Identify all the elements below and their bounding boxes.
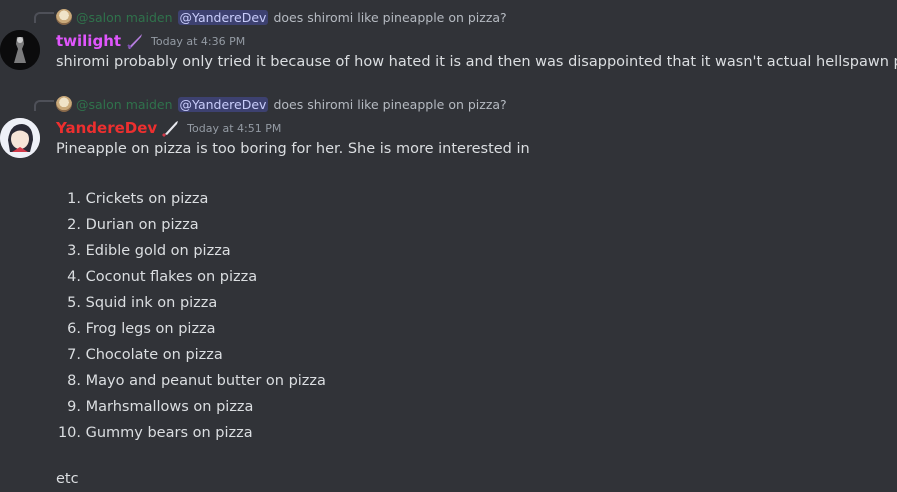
reply-text[interactable]: does shiromi like pineapple on pizza? <box>273 97 506 112</box>
message-header: twilight Today at 4:36 PM <box>56 31 245 51</box>
reply-author[interactable]: @salon maiden <box>76 97 173 112</box>
list-item: 2. Durian on pizza <box>67 217 199 233</box>
message-text: shiromi probably only tried it because o… <box>56 54 897 70</box>
reply-author[interactable]: @salon maiden <box>76 10 173 25</box>
reply-avatar[interactable] <box>56 96 72 112</box>
list-item: 8. Mayo and peanut butter on pizza <box>67 373 326 389</box>
message-text: Pineapple on pizza is too boring for her… <box>56 141 530 157</box>
avatar[interactable] <box>0 30 40 70</box>
message-header: YandereDev Today at 4:51 PM <box>56 118 281 138</box>
list-item: 9. Marhsmallows on pizza <box>67 399 254 415</box>
knife-icon[interactable] <box>161 118 181 138</box>
list-item: 7. Chocolate on pizza <box>67 347 223 363</box>
user-mention[interactable]: @YandereDev <box>177 96 269 112</box>
message-text: etc <box>56 471 79 487</box>
list-item: 5. Squid ink on pizza <box>67 295 218 311</box>
list-item: 1. Crickets on pizza <box>67 191 209 207</box>
reply-avatar[interactable] <box>56 9 72 25</box>
list-item: 6. Frog legs on pizza <box>67 321 216 337</box>
sword-icon[interactable] <box>125 31 145 51</box>
list-item: 3. Edible gold on pizza <box>67 243 231 259</box>
avatar[interactable] <box>0 118 40 158</box>
timestamp[interactable]: Today at 4:36 PM <box>151 35 245 48</box>
reply-text[interactable]: does shiromi like pineapple on pizza? <box>273 10 506 25</box>
reply-preview[interactable]: @salon maiden @YandereDev does shiromi l… <box>56 9 507 25</box>
username[interactable]: twilight <box>56 32 121 50</box>
ordered-list: 1. Crickets on pizza 2. Durian on pizza … <box>56 186 326 446</box>
username[interactable]: YandereDev <box>56 119 157 137</box>
reply-connector <box>34 100 54 111</box>
timestamp[interactable]: Today at 4:51 PM <box>187 122 281 135</box>
list-item: 10. Gummy bears on pizza <box>57 425 253 441</box>
reply-connector <box>34 12 54 23</box>
user-mention[interactable]: @YandereDev <box>177 9 269 25</box>
reply-preview[interactable]: @salon maiden @YandereDev does shiromi l… <box>56 96 507 112</box>
list-item: 4. Coconut flakes on pizza <box>67 269 258 285</box>
